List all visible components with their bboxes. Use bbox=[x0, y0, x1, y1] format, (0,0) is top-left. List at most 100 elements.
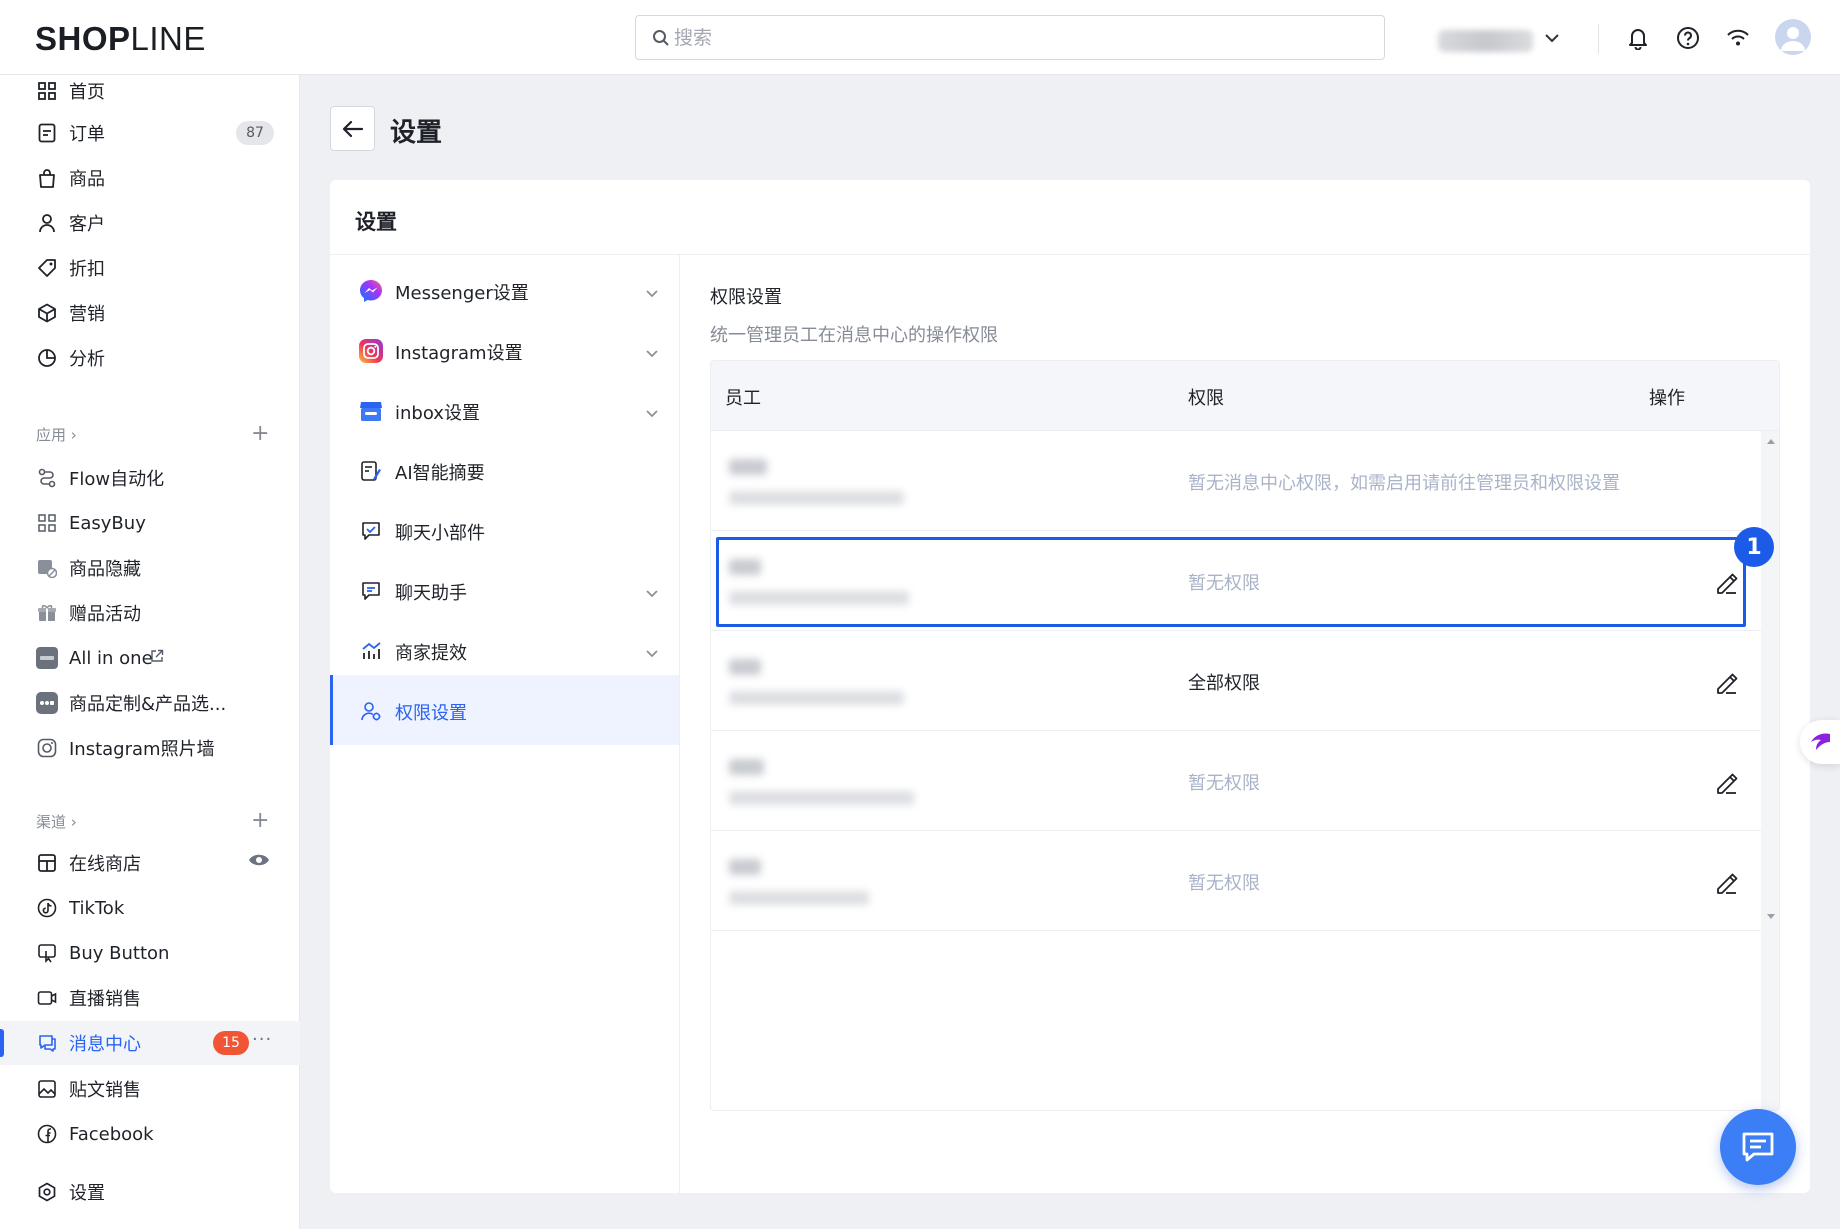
sidebar-item-discounts[interactable]: 折扣 bbox=[0, 246, 300, 290]
chevron-down-icon[interactable] bbox=[1538, 24, 1566, 52]
help-icon[interactable] bbox=[1674, 24, 1702, 52]
wifi-icon[interactable] bbox=[1724, 24, 1752, 52]
sidebar-item-orders[interactable]: 订单 87 bbox=[0, 111, 300, 155]
sidebar-item-buy-button[interactable]: Buy Button bbox=[0, 931, 300, 975]
sidebar-item-customize[interactable]: 商品定制&产品选... bbox=[0, 681, 300, 725]
table-row[interactable]: 暂无权限 bbox=[711, 731, 1761, 831]
sidebar-item-easybuy[interactable]: EasyBuy bbox=[0, 501, 300, 545]
permission-status: 暂无权限 bbox=[1188, 773, 1260, 794]
employee-name-redacted bbox=[729, 859, 761, 875]
menu-item-permissions[interactable]: 权限设置 bbox=[330, 675, 679, 745]
section-description: 统一管理员工在消息中心的操作权限 bbox=[710, 325, 998, 346]
edit-icon[interactable] bbox=[1714, 569, 1740, 595]
sidebar-item-instagram-wall[interactable]: Instagram照片墙 bbox=[0, 726, 300, 770]
permission-status: 暂无权限 bbox=[1188, 573, 1260, 594]
edit-icon[interactable] bbox=[1714, 669, 1740, 695]
ai-summary-icon bbox=[358, 458, 384, 484]
step-marker: 1 bbox=[1734, 527, 1774, 567]
table-row[interactable]: 全部权限 bbox=[711, 631, 1761, 731]
post-icon bbox=[36, 1078, 58, 1100]
messenger-icon bbox=[358, 278, 384, 304]
apps-section-header[interactable]: 应用 › bbox=[36, 424, 77, 445]
chevron-down-icon[interactable] bbox=[645, 403, 659, 422]
sidebar-item-message-center[interactable]: 消息中心 15 ··· bbox=[0, 1021, 300, 1065]
hide-product-icon bbox=[36, 557, 58, 579]
tiktok-icon bbox=[36, 897, 58, 919]
chevron-down-icon[interactable] bbox=[645, 283, 659, 302]
sidebar-item-analytics[interactable]: 分析 bbox=[0, 336, 300, 380]
sidebar-item-post-sales[interactable]: 贴文销售 bbox=[0, 1067, 300, 1111]
table-row[interactable]: 暂无权限 bbox=[711, 531, 1761, 631]
sidebar-item-label: 赠品活动 bbox=[69, 604, 141, 625]
add-app-icon[interactable]: + bbox=[251, 423, 269, 445]
search-box[interactable] bbox=[635, 15, 1385, 60]
search-icon bbox=[653, 30, 669, 46]
sidebar-item-gift[interactable]: 赠品活动 bbox=[0, 591, 300, 635]
menu-item-label: 权限设置 bbox=[395, 703, 467, 724]
permission-status: 暂无消息中心权限，如需启用请前往管理员和权限设置 bbox=[1188, 473, 1620, 494]
employee-name-redacted bbox=[729, 459, 767, 475]
divider bbox=[1598, 24, 1599, 54]
bell-icon[interactable] bbox=[1624, 24, 1652, 52]
more-options-icon[interactable]: ··· bbox=[252, 1029, 272, 1050]
edit-icon[interactable] bbox=[1714, 769, 1740, 795]
menu-item-label: AI智能摘要 bbox=[395, 463, 485, 484]
side-assistant-tab[interactable] bbox=[1800, 720, 1840, 764]
permissions-table: 员工 权限 操作 暂无消息中心权限，如需启用请前往管理员和权限设置 暂无权限 全… bbox=[710, 360, 1780, 1111]
facebook-icon bbox=[36, 1123, 58, 1145]
edit-icon[interactable] bbox=[1714, 869, 1740, 895]
sidebar-item-hide-product[interactable]: 商品隐藏 bbox=[0, 546, 300, 590]
search-input[interactable] bbox=[674, 24, 1354, 52]
sidebar-item-marketing[interactable]: 营销 bbox=[0, 291, 300, 335]
sidebar: 首页 订单 87 商品 客户 折扣 营销 分析 应用 › + Flow自动化 E… bbox=[0, 75, 300, 1229]
sidebar-item-facebook[interactable]: Facebook bbox=[0, 1112, 300, 1156]
sidebar-item-tiktok[interactable]: TikTok bbox=[0, 886, 300, 930]
sidebar-item-flow[interactable]: Flow自动化 bbox=[0, 456, 300, 500]
sidebar-item-label: EasyBuy bbox=[69, 512, 146, 534]
sidebar-item-customers[interactable]: 客户 bbox=[0, 201, 300, 245]
shopline-logo[interactable]: SHOPLINE bbox=[35, 20, 206, 58]
sidebar-item-live[interactable]: 直播销售 bbox=[0, 976, 300, 1020]
sidebar-item-online-store[interactable]: 在线商店 bbox=[0, 841, 300, 885]
employee-name-redacted bbox=[729, 559, 761, 575]
buy-button-icon bbox=[36, 942, 58, 964]
back-button[interactable] bbox=[330, 106, 375, 151]
inbox-icon bbox=[358, 398, 384, 424]
employee-email-redacted bbox=[729, 691, 904, 705]
grid-icon bbox=[36, 80, 58, 102]
channels-section-header[interactable]: 渠道 › bbox=[36, 811, 77, 832]
sidebar-item-label: 订单 bbox=[69, 124, 105, 145]
page-title: 设置 bbox=[390, 118, 443, 148]
employee-email-redacted bbox=[729, 891, 869, 905]
sidebar-item-label: 直播销售 bbox=[69, 989, 141, 1010]
sidebar-item-label: TikTok bbox=[69, 897, 125, 919]
chevron-down-icon[interactable] bbox=[645, 343, 659, 362]
column-header-action: 操作 bbox=[1649, 388, 1685, 409]
eye-icon[interactable] bbox=[248, 852, 270, 872]
sidebar-item-products[interactable]: 商品 bbox=[0, 156, 300, 200]
menu-item-label: Instagram设置 bbox=[395, 343, 523, 364]
scroll-down-arrow-icon[interactable] bbox=[1766, 913, 1776, 921]
sidebar-item-settings[interactable]: 设置 bbox=[0, 1170, 300, 1214]
chat-widget-icon bbox=[358, 518, 384, 544]
scroll-up-arrow-icon[interactable] bbox=[1766, 437, 1776, 445]
orders-count-badge: 87 bbox=[236, 121, 274, 145]
menu-item-label: 聊天助手 bbox=[395, 583, 467, 604]
table-row[interactable]: 暂无权限 bbox=[711, 831, 1761, 931]
menu-item-label: 聊天小部件 bbox=[395, 523, 485, 544]
sidebar-item-allinone[interactable]: All in one bbox=[0, 636, 300, 680]
sidebar-item-label: Facebook bbox=[69, 1123, 154, 1145]
store-selector[interactable] bbox=[1438, 30, 1533, 52]
chevron-down-icon[interactable] bbox=[645, 583, 659, 602]
add-channel-icon[interactable]: + bbox=[251, 810, 269, 832]
chat-support-button[interactable] bbox=[1720, 1109, 1796, 1185]
table-row: 暂无消息中心权限，如需启用请前往管理员和权限设置 bbox=[711, 431, 1761, 531]
chevron-down-icon[interactable] bbox=[645, 643, 659, 662]
sidebar-item-home[interactable]: 首页 bbox=[0, 69, 300, 113]
customize-icon bbox=[36, 692, 58, 714]
gear-icon bbox=[36, 1181, 58, 1203]
menu-item-label: 商家提效 bbox=[395, 643, 467, 664]
instagram-icon bbox=[358, 338, 384, 364]
sidebar-item-label: 商品 bbox=[69, 169, 105, 190]
avatar[interactable] bbox=[1775, 19, 1811, 55]
